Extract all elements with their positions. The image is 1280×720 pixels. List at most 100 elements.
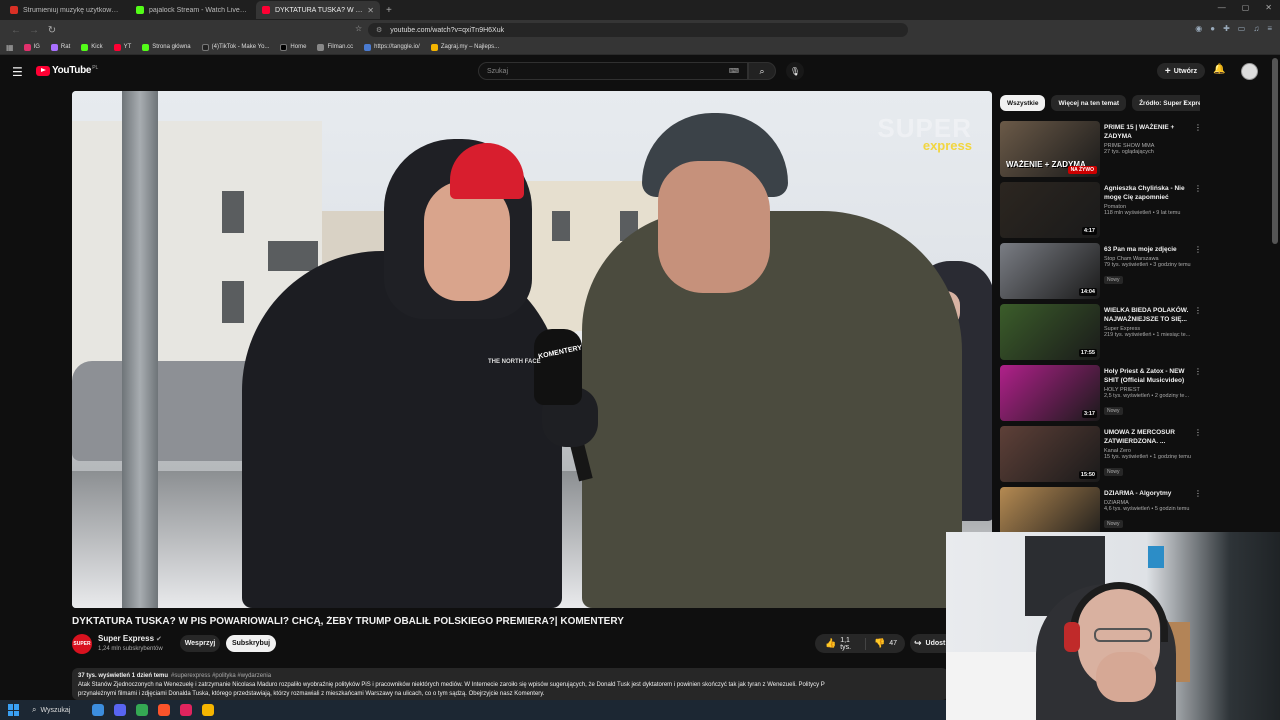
recommended-video[interactable]: 17:55 WIELKA BIEDA POLAKÓW. NAJWAŻNIEJSZE… (1000, 304, 1210, 362)
taskbar-app-icon[interactable] (136, 704, 148, 716)
chip-all[interactable]: Wszystkie (1000, 95, 1046, 111)
video-thumbnail[interactable]: 4:17 (1000, 182, 1100, 238)
recommended-title[interactable]: UMOWA Z MERCOSUR ZATWIERDZONA. ... (1104, 428, 1198, 446)
bookmark-item[interactable]: Filman.cc (317, 43, 353, 51)
channel-avatar[interactable]: SUPER (72, 634, 92, 654)
puzzle-icon[interactable]: ✚ (1223, 24, 1230, 33)
forward-icon[interactable]: → (26, 25, 42, 36)
new-badge: Nowy (1104, 276, 1123, 284)
recommended-title[interactable]: Agnieszka Chylińska - Nie mogę Cię zapom… (1104, 184, 1198, 202)
video-thumbnail[interactable]: 15:50 (1000, 426, 1100, 482)
like-button[interactable]: 👍 1,1 tys. (815, 637, 866, 651)
bookmark-item[interactable]: Rat (50, 43, 70, 51)
verified-icon: ✔ (156, 636, 162, 643)
search-icon: ⌕ (32, 705, 37, 714)
hashtags[interactable]: #superexpress #polityka #wydarzenia (171, 673, 271, 679)
bookmark-icon[interactable]: ☆ (355, 24, 362, 33)
bookmark-item[interactable]: https://tanggle.io/ (364, 43, 420, 51)
browser-tab-active[interactable]: DYKTATURA TUSKA? W PIS P... ✕ (256, 1, 380, 19)
taskbar-app-icon[interactable] (158, 704, 170, 716)
new-tab-icon[interactable]: + (386, 5, 392, 16)
bookmark-item[interactable]: YT (113, 43, 131, 51)
video-thumbnail[interactable]: 17:55 (1000, 304, 1100, 360)
search-input[interactable]: Szukaj ⌨ (478, 62, 748, 80)
video-thumbnail[interactable]: 14:04 (1000, 243, 1100, 299)
account-avatar[interactable] (1241, 63, 1258, 80)
recommended-video[interactable]: 3:17 Holy Priest & Zatox - NEW SHIT (Offi… (1000, 365, 1210, 423)
browser-tab[interactable]: Strumieniuj muzykę użytkownika jnc... (4, 1, 128, 19)
chip-related[interactable]: Więcej na ten temat (1051, 95, 1127, 111)
voice-search-button[interactable]: 🎙 (786, 62, 804, 80)
bookmark-item[interactable]: Strona główna (142, 43, 191, 51)
notifications-bell-icon[interactable]: 🔔 (1213, 64, 1225, 75)
close-window-icon[interactable]: ✕ (1265, 3, 1272, 12)
chip-source[interactable]: Źródło: Super Express (1132, 95, 1200, 111)
video-player[interactable]: KOMENTERY THE NORTH FACE SUPER express (72, 91, 992, 608)
more-options-icon[interactable]: ⋮ (1194, 306, 1202, 315)
channel-name[interactable]: Super Express ✔ (98, 634, 162, 643)
recommended-video[interactable]: 15:50 UMOWA Z MERCOSUR ZATWIERDZONA. ... K… (1000, 426, 1210, 484)
close-tab-icon[interactable]: ✕ (367, 6, 374, 15)
more-options-icon[interactable]: ⋮ (1194, 428, 1202, 437)
recommended-title[interactable]: DZIARMA - Algorytmy (1104, 489, 1198, 498)
recommended-title[interactable]: PRIME 15 | WAŻENIE + ZADYMA (1104, 123, 1198, 141)
more-options-icon[interactable]: ⋮ (1194, 123, 1202, 132)
bookmark-item[interactable]: (4)TikTok - Make Yo... (201, 43, 269, 51)
dislike-button[interactable]: 👎 47 (866, 638, 905, 649)
browser-tab[interactable]: pajalock Stream - Watch Live on Kick (130, 1, 254, 19)
url-text: youtube.com/watch?v=qxiTn9H6Xuk (390, 26, 505, 34)
microphone (534, 329, 582, 405)
windows-taskbar: ⌕ Wyszukaj (0, 700, 946, 720)
bookmark-item[interactable]: IG (23, 43, 40, 51)
back-icon[interactable]: ← (8, 25, 24, 36)
hamburger-menu-icon[interactable]: ☰ (12, 65, 23, 79)
video-thumbnail[interactable]: WAŻENIE + ZADYMA NA ŻYWO (1000, 121, 1100, 177)
taskbar-app-icon[interactable] (92, 704, 104, 716)
create-button[interactable]: + Utwórz (1157, 63, 1205, 79)
reload-icon[interactable]: ↻ (44, 25, 60, 36)
video-description[interactable]: 37 tys. wyświetleń 1 dzień temu #superexp… (72, 668, 948, 700)
menu-icon[interactable]: ≡ (1267, 24, 1272, 33)
recommended-title[interactable]: 63 Pan ma moje zdjęcie (1104, 245, 1198, 254)
more-options-icon[interactable]: ⋮ (1194, 245, 1202, 254)
maximize-icon[interactable]: ▢ (1242, 3, 1250, 12)
subscribe-button[interactable]: Subskrybuj (226, 635, 276, 652)
bookmark-item[interactable]: Kick (81, 43, 103, 51)
recommended-video[interactable]: 14:04 63 Pan ma moje zdjęcie Stop Cham War… (1000, 243, 1210, 301)
minimize-icon[interactable]: — (1218, 3, 1226, 12)
recommended-title[interactable]: WIELKA BIEDA POLAKÓW. NAJWAŻNIEJSZE TO S… (1104, 306, 1198, 324)
taskbar-app-icon[interactable] (180, 704, 192, 716)
windows-start-icon[interactable] (8, 704, 20, 716)
description-text: Atak Stanów Zjednoczonych na Wenezuelę i… (78, 682, 825, 688)
url-field[interactable]: ⚙ youtube.com/watch?v=qxiTn9H6Xuk (368, 23, 908, 37)
youtube-logo[interactable]: YouTube PL (36, 65, 98, 76)
sidebar-icon[interactable]: ▭ (1238, 24, 1246, 33)
taskbar-app-icon[interactable] (114, 704, 126, 716)
site-info-icon[interactable]: ⚙ (376, 26, 382, 34)
video-thumbnail[interactable]: 3:17 (1000, 365, 1100, 421)
recommended-video[interactable]: 4:17 Agnieszka Chylińska - Nie mogę Cię z… (1000, 182, 1210, 240)
more-options-icon[interactable]: ⋮ (1194, 489, 1202, 498)
more-options-icon[interactable]: ⋮ (1194, 184, 1202, 193)
more-options-icon[interactable]: ⋮ (1194, 367, 1202, 376)
bookmark-item[interactable]: Zagraj.my – Najleps... (430, 43, 499, 51)
taskbar-search[interactable]: ⌕ Wyszukaj (32, 703, 82, 717)
video-duration: 17:55 (1078, 349, 1097, 357)
extension-icon[interactable]: ● (1210, 24, 1215, 33)
extension-icon[interactable]: ◉ (1195, 24, 1202, 33)
search-button[interactable]: ⌕ (748, 62, 776, 80)
recommended-views: 2,5 tys. wyświetleń • 2 godziny te... (1104, 393, 1190, 399)
chevron-right-icon[interactable]: › (1183, 97, 1186, 108)
apps-grid-icon[interactable]: ▦ (6, 43, 14, 52)
video-title: DYKTATURA TUSKA? W PIS POWARIOWALI? CHCĄ… (72, 616, 624, 627)
wall-poster (1148, 546, 1164, 568)
recommended-video[interactable]: WAŻENIE + ZADYMA NA ŻYWO PRIME 15 | WAŻENI… (1000, 121, 1210, 179)
page-scrollbar[interactable] (1272, 58, 1278, 244)
recommended-title[interactable]: Holy Priest & Zatox - NEW SHIT (Official… (1104, 367, 1198, 385)
bookmark-item[interactable]: Home (280, 43, 306, 51)
support-button[interactable]: Wesprzyj (180, 635, 220, 652)
taskbar-app-icon[interactable] (202, 704, 214, 716)
keyboard-icon[interactable]: ⌨ (729, 67, 739, 75)
music-icon[interactable]: ♫ (1253, 24, 1259, 33)
share-icon: ↪ (914, 638, 922, 648)
